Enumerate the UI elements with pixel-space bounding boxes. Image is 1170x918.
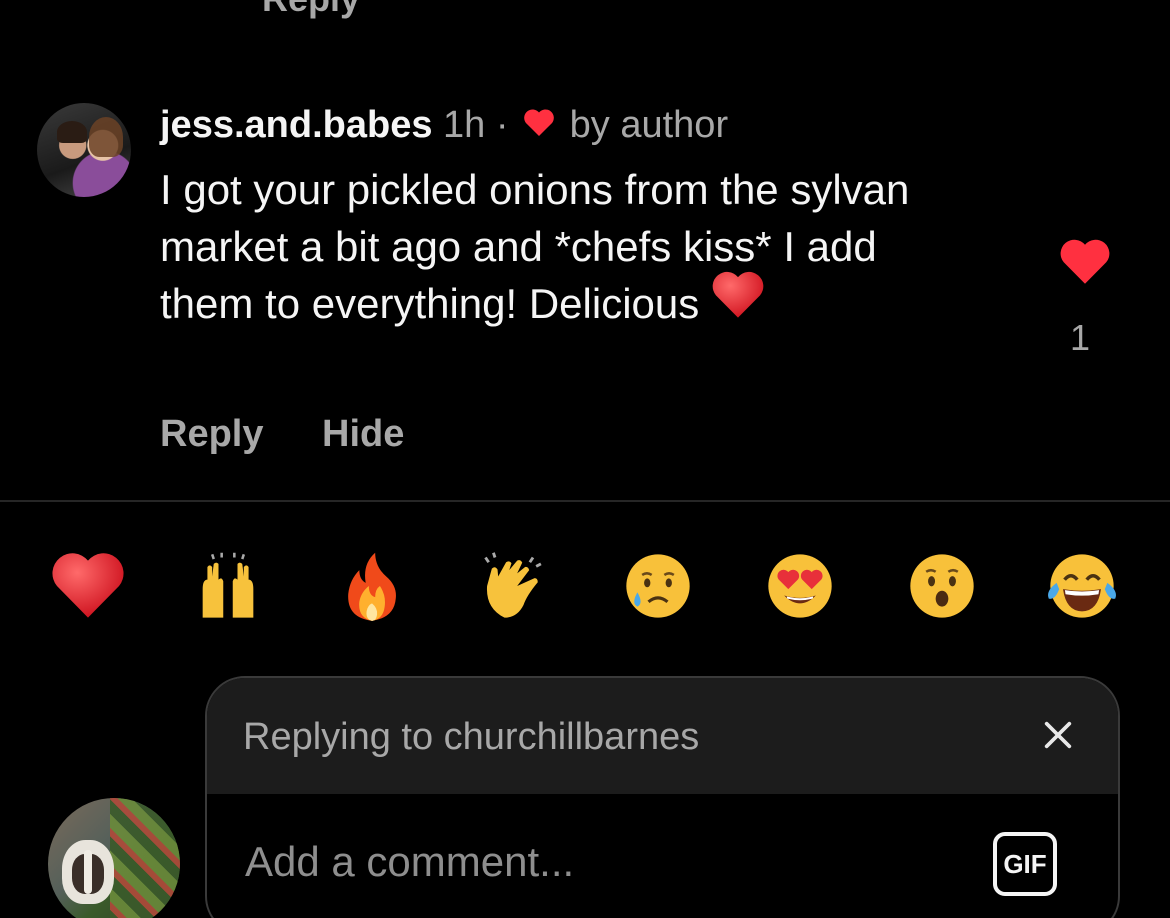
divider bbox=[0, 500, 1170, 502]
comment-username[interactable]: jess.and.babes bbox=[160, 104, 432, 146]
quick-reactions-bar bbox=[0, 548, 1170, 628]
comment-time: 1h bbox=[443, 104, 486, 147]
like-heart-icon[interactable] bbox=[1059, 237, 1111, 285]
heart-eyes-face-reaction-icon[interactable] bbox=[762, 548, 838, 624]
meta-separator: · bbox=[495, 104, 509, 147]
comment-meta: jess.and.babes 1h · by author bbox=[160, 101, 728, 153]
crying-face-reaction-icon[interactable] bbox=[620, 548, 696, 624]
comment-composer: Replying to churchillbarnes GIF bbox=[205, 676, 1120, 918]
hide-button[interactable]: Hide bbox=[322, 413, 404, 455]
close-icon[interactable] bbox=[1041, 718, 1075, 752]
clapping-hands-reaction-icon[interactable] bbox=[476, 548, 552, 624]
red-heart-reaction-icon[interactable] bbox=[50, 548, 126, 624]
previous-reply-link[interactable]: Reply bbox=[262, 0, 360, 20]
tears-of-joy-face-reaction-icon[interactable] bbox=[1044, 548, 1120, 624]
current-user-avatar[interactable] bbox=[48, 798, 180, 918]
commenter-avatar[interactable] bbox=[37, 103, 131, 197]
comment-actions: Reply Hide bbox=[160, 413, 452, 456]
liked-by-author-heart-icon bbox=[523, 101, 555, 147]
fire-reaction-icon[interactable] bbox=[334, 548, 410, 624]
comment-input[interactable] bbox=[245, 838, 945, 886]
comment-item: jess.and.babes 1h · by author I got your… bbox=[0, 95, 1170, 495]
reply-button[interactable]: Reply bbox=[160, 413, 263, 455]
like-count: 1 bbox=[1070, 317, 1091, 358]
raising-hands-reaction-icon[interactable] bbox=[190, 548, 266, 624]
liked-by-author-label: by author bbox=[569, 104, 729, 147]
replying-to-label: Replying to churchillbarnes bbox=[243, 716, 700, 758]
gif-button[interactable]: GIF bbox=[993, 832, 1057, 896]
replying-to-banner: Replying to churchillbarnes bbox=[207, 678, 1118, 794]
red-heart-emoji-icon bbox=[711, 269, 765, 333]
comment-body: I got your pickled onions from the sylva… bbox=[160, 161, 960, 333]
surprised-face-reaction-icon[interactable] bbox=[904, 548, 980, 624]
comment-text: I got your pickled onions from the sylva… bbox=[160, 166, 910, 327]
